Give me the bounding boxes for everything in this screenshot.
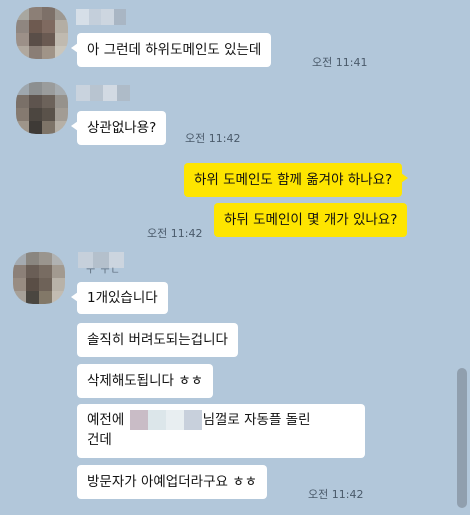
message-text: 님껄로 자동플 돌린: [202, 412, 311, 428]
sender-name-redacted: [76, 85, 130, 101]
message-text: 상관없나용?: [87, 120, 157, 136]
message-bubble-outgoing[interactable]: 하위 도메인도 함께 옮겨야 하나요?: [184, 163, 409, 197]
message-text: 건데: [87, 432, 112, 448]
message-text: 예전에: [87, 412, 125, 428]
message-text: 방문자가 아예업더라구요 ㅎㅎ: [87, 474, 258, 490]
message-text: 아 그런데 하위도메인도 있는데: [87, 42, 262, 58]
avatar[interactable]: [16, 7, 68, 59]
message-time: 오전 11:42: [147, 227, 203, 240]
message-bubble[interactable]: 상관없나용?: [70, 111, 167, 145]
message-bubble[interactable]: 예전에 님껄로 자동플 돌린 건데: [77, 404, 365, 458]
message-bubble[interactable]: 아 그런데 하위도메인도 있는데: [70, 33, 272, 67]
scrollbar[interactable]: [457, 368, 467, 508]
message-bubble[interactable]: 1개있습니다: [71, 282, 168, 314]
message-bubble-outgoing[interactable]: 하뒤 도메인이 몇 개가 있나요?: [214, 203, 408, 237]
avatar[interactable]: [13, 252, 65, 304]
message-time: 오전 11:42: [185, 132, 241, 145]
sender-name-redacted: [76, 9, 126, 25]
message-bubble[interactable]: 삭제해도됩니다 ㅎㅎ: [77, 364, 214, 398]
sender-name-fragment: ㅜ ㅜㄴ: [86, 266, 121, 277]
message-bubble[interactable]: 솔직히 버려도되는겁니다: [77, 323, 238, 357]
message-time: 오전 11:41: [312, 56, 368, 69]
message-text: 하뒤 도메인이 몇 개가 있나요?: [224, 212, 398, 228]
message-text: 삭제해도됩니다 ㅎㅎ: [87, 373, 204, 389]
avatar[interactable]: [16, 82, 68, 134]
message-bubble[interactable]: 방문자가 아예업더라구요 ㅎㅎ: [77, 465, 268, 499]
message-text: 하위 도메인도 함께 옮겨야 하나요?: [194, 172, 393, 188]
message-text: 솔직히 버려도되는겁니다: [87, 332, 228, 348]
redacted-name: [129, 410, 202, 430]
message-time: 오전 11:42: [308, 488, 364, 501]
message-text: 1개있습니다: [87, 290, 158, 306]
